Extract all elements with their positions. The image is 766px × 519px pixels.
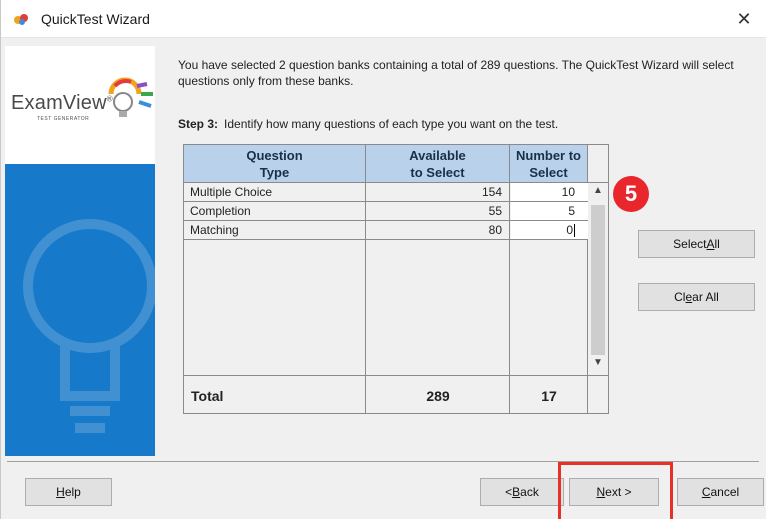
text-caret <box>574 224 575 238</box>
column-header-available[interactable]: Available to Select <box>366 145 510 183</box>
logo-name: ExamView® <box>11 92 113 114</box>
scroll-up-arrow-icon[interactable]: ▲ <box>588 185 608 201</box>
column-header-question-type[interactable]: Question Type <box>184 145 366 183</box>
available-cell: 154 <box>481 185 502 199</box>
title-bar: QuickTest Wizard ✕ <box>1 0 766 38</box>
available-cell: 80 <box>488 223 502 237</box>
number-to-select-input[interactable]: 10 <box>511 183 588 201</box>
table-row[interactable]: Completion 55 5 <box>184 202 588 221</box>
total-number: 17 <box>541 388 557 404</box>
total-row: Total 289 17 <box>184 375 608 413</box>
window-title: QuickTest Wizard <box>41 11 150 27</box>
question-type-cell: Completion <box>190 204 251 218</box>
question-type-cell: Multiple Choice <box>190 185 273 199</box>
examview-logo: ExamView® TEST GENERATOR <box>5 46 155 164</box>
vertical-scrollbar[interactable]: ▲ ▼ <box>588 183 608 375</box>
number-to-select-input-active[interactable]: 0 <box>511 221 588 239</box>
back-button[interactable]: < Back <box>480 478 564 506</box>
number-to-select-input[interactable]: 5 <box>511 202 588 220</box>
cancel-button[interactable]: Cancel <box>677 478 764 506</box>
lightbulb-watermark-icon <box>23 219 155 433</box>
help-button[interactable]: Help <box>25 478 112 506</box>
step-callout-badge: 5 <box>613 176 649 212</box>
table-row[interactable]: Matching 80 0 <box>184 221 588 240</box>
step-instruction: Step 3: Identify how many questions of ea… <box>178 117 558 131</box>
close-icon[interactable]: ✕ <box>721 0 766 38</box>
scroll-down-arrow-icon[interactable]: ▼ <box>588 357 608 373</box>
scrollbar-thumb[interactable] <box>591 205 605 355</box>
question-type-cell: Matching <box>190 223 239 237</box>
total-available: 289 <box>426 388 450 404</box>
step-label: Step 3: <box>178 117 219 131</box>
intro-text: You have selected 2 question banks conta… <box>178 58 734 88</box>
header-scroll-spacer <box>588 145 608 183</box>
lightbulb-logo-icon <box>108 77 153 117</box>
examview-app-icon <box>14 14 28 25</box>
question-type-grid: Question Type Available to Select Number t… <box>183 144 609 414</box>
total-label: Total <box>191 388 224 404</box>
available-cell: 55 <box>488 204 502 218</box>
quicktest-wizard-window: QuickTest Wizard ✕ ExamView® TEST GENERA… <box>0 0 766 519</box>
select-all-button[interactable]: Select All <box>638 230 755 258</box>
next-button-highlight-box <box>558 462 673 519</box>
step-text: Identify how many questions of each type… <box>224 117 559 131</box>
wizard-sidebar: ExamView® TEST GENERATOR <box>5 46 155 456</box>
table-row[interactable]: Multiple Choice 154 10 <box>184 183 588 202</box>
logo-subtitle: TEST GENERATOR <box>37 116 90 122</box>
column-header-number-to-select[interactable]: Number to Select <box>510 145 588 183</box>
clear-all-button[interactable]: Cl e ar All <box>638 283 755 311</box>
